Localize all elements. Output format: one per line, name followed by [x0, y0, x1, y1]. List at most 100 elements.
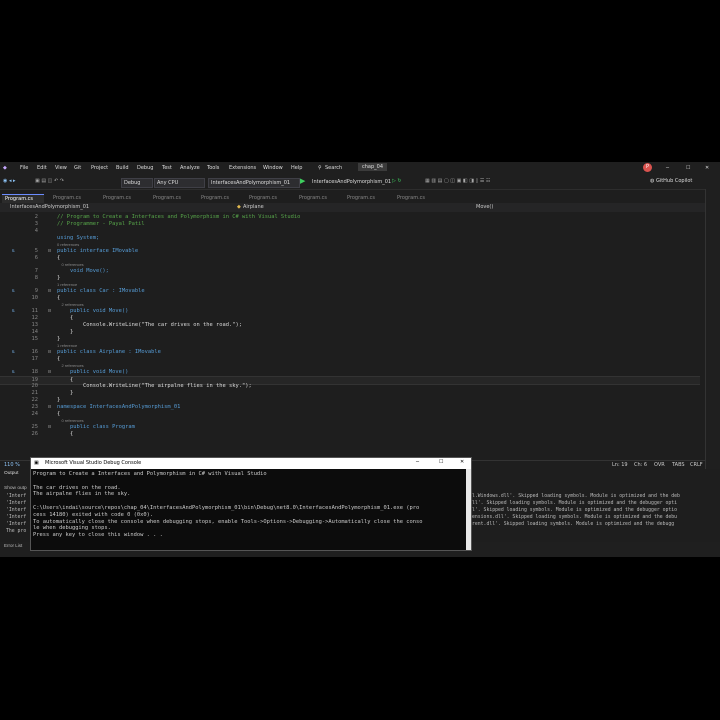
code-text: public class Car : IMovable: [57, 288, 145, 294]
console-maximize-button[interactable]: ☐: [439, 459, 443, 465]
fold-toggle-icon[interactable]: ⊟: [48, 369, 51, 375]
close-button[interactable]: ✕: [705, 165, 709, 171]
code-editor[interactable]: 2 // Program to Create a Interfaces and P…: [0, 212, 700, 460]
line-number: 17: [31, 356, 39, 362]
code-text: // Program to Create a Interfaces and Po…: [57, 214, 301, 220]
tab-program-cs[interactable]: Program.cs: [100, 194, 134, 202]
fold-toggle-icon[interactable]: ⊟: [48, 308, 51, 314]
tab-program-cs[interactable]: Program.cs: [150, 194, 184, 202]
fold-toggle-icon[interactable]: ⊟: [48, 349, 51, 355]
output-line: l.Windows.dll'. Skipped loading symbols.…: [472, 494, 680, 499]
search-label[interactable]: Search: [325, 165, 342, 171]
output-line: ensions.dll'. Skipped loading symbols. M…: [472, 515, 678, 520]
implementation-glyph-icon[interactable]: ⇅: [12, 369, 15, 375]
code-line: 25 ⊟ public class Program: [0, 424, 700, 431]
tab-program-cs[interactable]: Program.cs: [394, 194, 428, 202]
code-text: public class Airplane : IMovable: [57, 349, 161, 355]
tab-program-cs[interactable]: Program.cs: [296, 194, 330, 202]
output-line: 'Interf: [6, 501, 27, 506]
fold-toggle-icon[interactable]: ⊟: [48, 248, 51, 254]
tab-program-cs[interactable]: Program.cs: [198, 194, 232, 202]
menu-build[interactable]: Build: [116, 165, 129, 171]
menu-tools[interactable]: Tools: [207, 165, 219, 171]
line-number: 23: [31, 404, 39, 410]
right-tool-strip: [705, 189, 720, 469]
output-line: l'. Skipped loading symbols. Module is o…: [472, 508, 678, 513]
run-target-label[interactable]: InterfacesAndPolymorphism_01: [310, 178, 392, 186]
code-line: 15}: [0, 336, 700, 343]
implementation-glyph-icon[interactable]: ⇅: [12, 349, 15, 355]
output-line: 'Interf: [6, 494, 27, 499]
menu-edit[interactable]: Edit: [37, 165, 47, 171]
menu-help[interactable]: Help: [291, 165, 302, 171]
implementation-glyph-icon[interactable]: ⇅: [12, 248, 15, 254]
line-number: 12: [31, 315, 39, 321]
debug-console-output: Program to Create a Interfaces and Polym…: [33, 471, 463, 539]
fold-toggle-icon[interactable]: ⊟: [48, 288, 51, 294]
line-number: 13: [31, 322, 39, 328]
debug-console-titlebar[interactable]: ▣ Microsoft Visual Studio Debug Console …: [31, 458, 471, 469]
console-scrollbar[interactable]: [466, 469, 471, 550]
code-line: 16 ⇅ ⊟ public class Airplane : IMovable: [0, 349, 700, 356]
show-output-label[interactable]: Show outp: [4, 486, 27, 491]
nav-class-select[interactable]: Airplane: [243, 204, 264, 210]
code-text: }: [57, 390, 74, 396]
console-minimize-button[interactable]: ─: [416, 459, 419, 465]
tab-error-list[interactable]: Error List: [4, 543, 22, 548]
menu-view[interactable]: View: [55, 165, 67, 171]
platform-select[interactable]: Any CPU: [154, 178, 205, 188]
implementation-glyph-icon[interactable]: ⇅: [12, 288, 15, 294]
nav-member-select[interactable]: Move(): [476, 204, 493, 210]
code-text: }: [57, 329, 74, 335]
console-close-button[interactable]: ✕: [460, 459, 464, 465]
implementation-glyph-icon[interactable]: ⇅: [12, 308, 15, 314]
start-without-debugging-icon[interactable]: ▷ ↻: [392, 178, 402, 184]
output-line: 'Interf: [6, 508, 27, 513]
menu-window[interactable]: Window: [263, 165, 283, 171]
tab-program-cs-active[interactable]: Program.cs: [2, 194, 44, 203]
copilot-button[interactable]: ◍ GitHub Copilot: [650, 178, 692, 184]
debug-console-window[interactable]: ▣ Microsoft Visual Studio Debug Console …: [30, 457, 472, 551]
reference-count: 2 references: [57, 363, 84, 368]
avatar[interactable]: P: [643, 163, 652, 172]
code-line: 21 }: [0, 390, 700, 397]
tab-program-cs[interactable]: Program.cs: [50, 194, 84, 202]
output-title: Output: [4, 471, 19, 476]
output-line: rent.dll'. Skipped loading symbols. Modu…: [472, 522, 675, 527]
menu-project[interactable]: Project: [91, 165, 108, 171]
menu-extensions[interactable]: Extensions: [229, 165, 256, 171]
code-line: 18 ⇅ ⊟ public void Move(): [0, 369, 700, 376]
code-text: {: [57, 431, 74, 437]
code-line: 20 Console.WriteLine("The airpalne flies…: [0, 383, 700, 390]
toolbar-extra-icons[interactable]: ▦ ▥ ▤ ▢ ◫ ▣ ◧ ◨ ▯ ☰ ☷: [425, 178, 490, 184]
menu-git[interactable]: Git: [74, 165, 81, 171]
zoom-level[interactable]: 110 %: [4, 462, 20, 468]
menu-test[interactable]: Test: [162, 165, 172, 171]
code-line: 4: [0, 228, 700, 235]
line-ending-indicator[interactable]: CRLF: [690, 462, 703, 468]
menu-analyze[interactable]: Analyze: [180, 165, 200, 171]
overwrite-indicator[interactable]: OVR: [654, 462, 665, 468]
menu-file[interactable]: File: [20, 165, 28, 171]
tabs-indicator[interactable]: TABS: [672, 462, 685, 468]
search-icon[interactable]: ⚲: [318, 165, 322, 171]
minimize-button[interactable]: ─: [666, 165, 669, 171]
file-icons[interactable]: ▣ ▤ ◫ ↶ ↷: [35, 178, 64, 184]
maximize-button[interactable]: ☐: [686, 165, 690, 171]
nav-project-select[interactable]: InterfacesAndPolymorphism_01: [10, 204, 89, 210]
console-line: To automatically close the console when …: [33, 518, 423, 525]
reference-count: 1 reference: [57, 343, 78, 348]
menu-debug[interactable]: Debug: [137, 165, 153, 171]
code-text: public class Program: [57, 424, 135, 430]
code-line: 13 Console.WriteLine("The car drives on …: [0, 322, 700, 329]
tab-program-cs[interactable]: Program.cs: [246, 194, 280, 202]
startup-project-select[interactable]: InterfacesAndPolymorphism_01: [208, 178, 300, 188]
configuration-select[interactable]: Debug: [121, 178, 153, 188]
code-line: 6{: [0, 255, 700, 262]
start-debugging-icon[interactable]: ▶: [300, 177, 305, 185]
fold-toggle-icon[interactable]: ⊟: [48, 404, 51, 410]
tab-program-cs[interactable]: Program.cs: [344, 194, 378, 202]
fold-toggle-icon[interactable]: ⊟: [48, 424, 51, 430]
code-line: using System;: [0, 235, 700, 242]
back-icon[interactable]: ◉ ◂ ▸: [3, 178, 16, 184]
